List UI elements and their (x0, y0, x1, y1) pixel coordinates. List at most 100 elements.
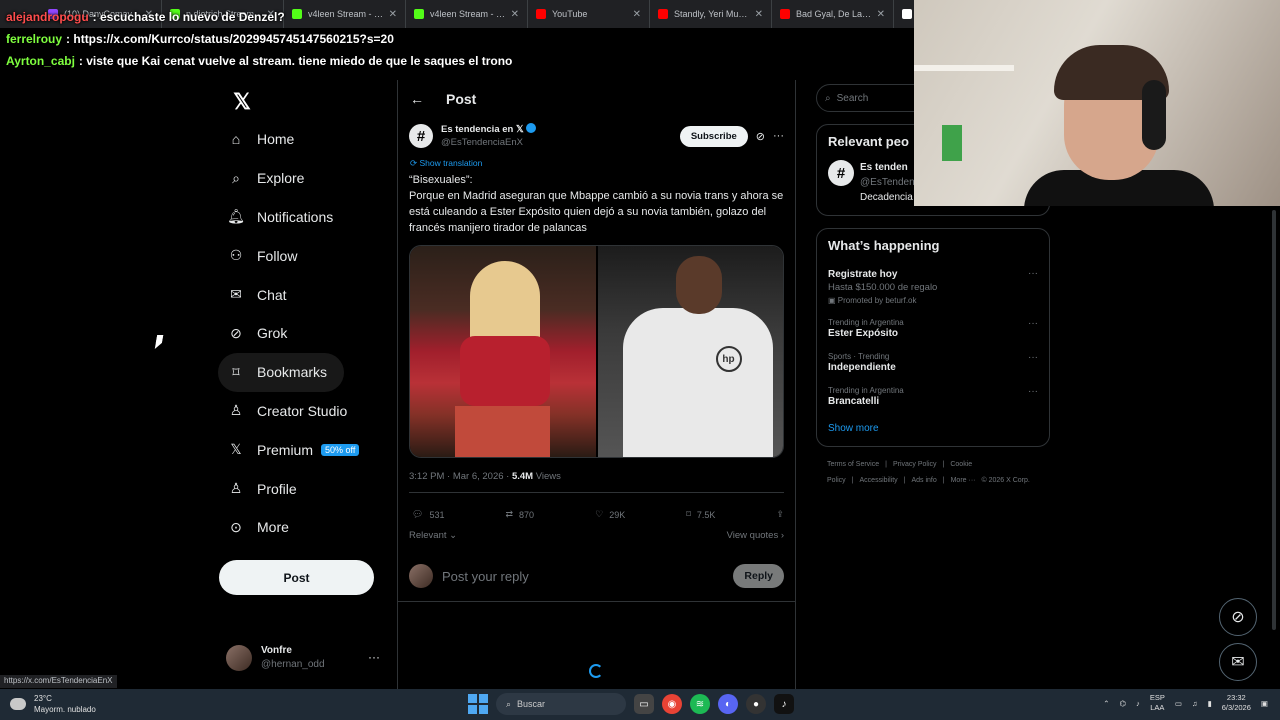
nav-item-home[interactable]: ⌂ Home (218, 120, 388, 159)
grok-icon[interactable]: ⊘ (1219, 598, 1257, 636)
weather-widget[interactable]: 23°C Mayorm. nublado (10, 693, 96, 715)
post-media[interactable]: hp (409, 245, 784, 458)
webcam-overlay (914, 0, 1280, 206)
account-switcher[interactable]: Vonfre @hernan_odd ··· (226, 642, 386, 674)
author-avatar[interactable]: # (409, 124, 433, 148)
like-action[interactable]: ♡ 29K (595, 509, 625, 520)
cloud-icon (10, 698, 26, 710)
author-name[interactable]: Es tendencia en 𝕏 (441, 124, 524, 135)
scrollbar[interactable] (1272, 210, 1276, 630)
share-action[interactable]: ⇪ (776, 509, 784, 520)
weather-desc: Mayorm. nublado (34, 705, 96, 714)
file-explorer-icon[interactable]: ▭ (634, 694, 654, 714)
spotify-icon[interactable]: ≋ (690, 694, 710, 714)
more-dots-icon[interactable]: ··· (368, 650, 380, 664)
nav-item-explore[interactable]: ⌕ Explore (218, 159, 388, 198)
repost-action[interactable]: ⇄ 870 (506, 509, 535, 520)
discord-icon[interactable]: ◐ (718, 694, 738, 714)
footer-link[interactable]: Terms of Service (827, 461, 879, 468)
footer-separator: | (942, 461, 945, 468)
taskbar-search[interactable]: ⌕ Buscar (496, 693, 626, 715)
nav-item-chat[interactable]: ✉ Chat (218, 275, 388, 314)
page-title: Post (446, 91, 477, 107)
views-count: 5.4M (511, 471, 534, 482)
show-more-link[interactable]: Show more (817, 414, 1049, 446)
subscribe-button[interactable]: Subscribe (679, 125, 748, 147)
post-author: # Es tendencia en 𝕏 @EsTendenciaEnX Subs… (398, 118, 795, 154)
relevant-person-name: Es tenden (860, 162, 908, 173)
chevron-up-icon[interactable]: ⌃ (1103, 699, 1109, 708)
grok-icon[interactable]: ⊘ (756, 130, 765, 143)
nav-item-follow[interactable]: ⚇ Follow (218, 236, 388, 275)
nav-item-notifications[interactable]: 🔔︎ Notifications (218, 198, 388, 237)
bookmark-action[interactable]: ⌑ 7.5K (686, 509, 715, 520)
post-image-left[interactable] (410, 246, 596, 457)
nav-item-grok[interactable]: ⊘ Grok (218, 314, 388, 353)
post-timestamp[interactable]: 3:12 PM · Mar 6, 2026 · (409, 471, 512, 482)
show-translation-link[interactable]: ⟳ Show translation (398, 154, 795, 169)
battery-icon[interactable]: ▮ (1208, 699, 1212, 708)
avatar (409, 564, 433, 588)
nav-item-label: Chat (257, 286, 287, 303)
tiktok-icon[interactable]: ♪ (774, 694, 794, 714)
nav-item-profile[interactable]: ♙ Profile (218, 469, 388, 508)
obs-icon[interactable]: ● (746, 694, 766, 714)
trend-item[interactable]: Trending in Argentina Ester Expósito ··· (817, 312, 1049, 346)
network-icon[interactable]: ⌬ (1120, 699, 1127, 708)
show-translation-label: Show translation (419, 158, 483, 168)
volume-icon[interactable]: ♫ (1192, 699, 1198, 708)
chrome-icon[interactable]: ◉ (662, 694, 682, 714)
account-handle: @hernan_odd (261, 659, 325, 670)
reply-button[interactable]: Reply (733, 564, 784, 588)
more-dots-icon[interactable]: ··· (1028, 352, 1038, 363)
reply-input[interactable]: Post your reply (442, 569, 733, 584)
trend-item[interactable]: Registrate hoy Hasta $150.000 de regalo ▣ … (817, 262, 1049, 312)
footer-link[interactable]: More ··· (951, 477, 976, 484)
x-logo-icon[interactable]: 𝕏 (224, 84, 260, 120)
post-button[interactable]: Post (219, 560, 374, 595)
trend-item[interactable]: Sports · Trending Independiente ··· (817, 346, 1049, 380)
more-dots-icon[interactable]: ··· (773, 130, 784, 142)
envelope-icon[interactable]: ✉ (1219, 643, 1257, 681)
view-quotes-link[interactable]: View quotes › (727, 530, 784, 541)
more-dots-icon[interactable]: ··· (1028, 318, 1038, 329)
post-image-right[interactable]: hp (597, 246, 783, 457)
mic-icon[interactable]: ♪ (1136, 699, 1140, 708)
bookmark-icon: ⌑ (232, 363, 240, 380)
nav-item-creator-studio[interactable]: ♙ Creator Studio (218, 392, 388, 431)
trend-item[interactable]: Trending in Argentina Brancatelli ··· (817, 380, 1049, 414)
discount-badge: 50% off (321, 443, 360, 456)
taskbar: 23°C Mayorm. nublado ⌕ Buscar ▭ ◉ ≋ ◐ ● ♪… (0, 689, 1280, 720)
nav-item-premium[interactable]: 𝕏 Premium 50% off (218, 430, 388, 469)
nav-item-label: Follow (257, 247, 298, 264)
notification-icon[interactable]: ▣ (1261, 699, 1268, 708)
nav-item-label: More (257, 519, 289, 536)
reply-action[interactable]: 💬︎ 531 (412, 509, 444, 520)
windows-start-icon[interactable] (468, 694, 488, 714)
sort-dropdown[interactable]: Relevant ⌄ (409, 530, 457, 541)
author-avatar[interactable]: # (828, 160, 854, 186)
clock[interactable]: 23:32 6/3/2026 (1222, 693, 1251, 713)
replies-sort-row: Relevant ⌄ View quotes › (398, 520, 795, 541)
post-text: “Bisexuales”: Porque en Madrid aseguran … (398, 169, 795, 236)
nav-item-more[interactable]: ⊙ More (218, 508, 388, 547)
back-arrow-icon[interactable]: ← (410, 91, 424, 107)
chat-username: Ayrton_cabj (6, 54, 75, 68)
post-header: ← Post (398, 80, 795, 118)
monitor-icon[interactable]: ▭ (1175, 699, 1182, 708)
footer-link[interactable]: Privacy Policy (893, 461, 937, 468)
chat-message: ferrelrouy: https://x.com/Kurrco/status/… (0, 28, 910, 50)
more-dots-icon[interactable]: ··· (1028, 386, 1038, 397)
trend-context: Trending in Argentina (828, 318, 904, 327)
loading-spinner-icon (589, 664, 603, 678)
language-indicator[interactable]: ESP LAA (1150, 693, 1165, 713)
author-handle[interactable]: @EsTendenciaEnX (441, 136, 680, 149)
more-dots-icon[interactable]: ··· (1028, 268, 1038, 279)
footer-link[interactable]: © 2026 X Corp. (981, 477, 1029, 484)
footer-link[interactable]: Accessibility (860, 477, 898, 484)
chat-message: Ayrton_cabj: viste que Kai cenat vuelve … (0, 50, 910, 72)
footer-link[interactable]: Ads info (911, 477, 936, 484)
creator-icon: ♙ (229, 402, 243, 419)
search-icon: ⌕ (232, 169, 240, 186)
nav-item-bookmarks[interactable]: ⌑ Bookmarks (218, 352, 344, 392)
